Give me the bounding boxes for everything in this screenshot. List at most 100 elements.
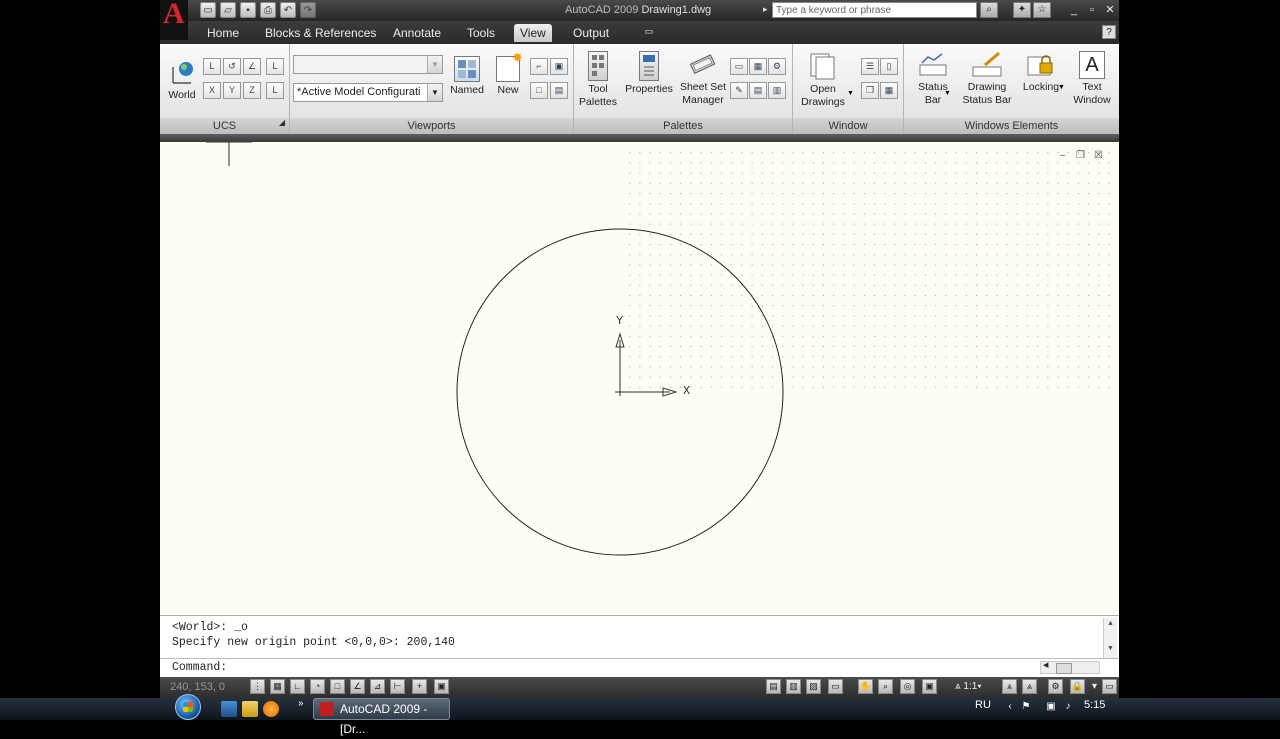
ucs-apply-icon[interactable]: L — [266, 82, 284, 99]
action-center-icon[interactable]: ⚑ — [1020, 701, 1032, 713]
tab-annotate[interactable]: Annotate — [387, 24, 447, 42]
chevron-down-icon[interactable]: ▼ — [944, 90, 951, 97]
ortho-mode-toggle[interactable]: ∟ — [290, 679, 305, 694]
design-center-icon[interactable]: ⚙ — [768, 58, 786, 75]
chevron-down-icon[interactable]: ▼ — [1058, 84, 1065, 91]
showmotion-icon[interactable]: ▣ — [922, 679, 937, 694]
ucs-previous-icon[interactable]: ↺ — [223, 58, 241, 75]
lineweight-toggle[interactable]: + — [412, 679, 427, 694]
layout1-button[interactable]: ▥ — [786, 679, 801, 694]
world-ucs-button[interactable]: World — [165, 59, 199, 102]
tab-tools[interactable]: Tools — [461, 24, 501, 42]
ucs-x-rotate-icon[interactable]: X — [203, 82, 221, 99]
toolbar-lock-icon[interactable]: 🔒 — [1070, 679, 1085, 694]
new-file-icon[interactable]: ▭ — [200, 2, 216, 18]
ucs-named-icon[interactable]: L — [203, 58, 221, 75]
sheet-set-manager-button[interactable]: Sheet Set Manager — [678, 51, 728, 107]
tool-palettes-button[interactable]: Tool Palettes — [574, 51, 622, 109]
viewport-split-icon[interactable]: ▤ — [550, 82, 568, 99]
markup-set-icon[interactable]: ✎ — [730, 82, 748, 99]
ribbon-minimize-icon[interactable]: ▭ — [642, 26, 656, 38]
model-space-button[interactable]: ▤ — [766, 679, 781, 694]
dynamic-ucs-toggle[interactable]: ⊿ — [370, 679, 385, 694]
media-player-icon[interactable] — [263, 701, 279, 717]
zoom-icon[interactable]: ⌕ — [878, 679, 893, 694]
quick-view-drawings-icon[interactable]: ▭ — [828, 679, 843, 694]
status-menu-chevron-icon[interactable]: ▾ — [1092, 681, 1097, 692]
taskbar-autocad-button[interactable]: AutoCAD 2009 - [Dr... — [313, 698, 450, 736]
drawing-status-bar-button[interactable]: Drawing Status Bar — [959, 51, 1015, 107]
restore-button[interactable]: ▫ — [1084, 3, 1100, 17]
text-window-button[interactable]: A Text Window — [1070, 51, 1114, 107]
scroll-left-icon[interactable]: ◀ — [1043, 661, 1048, 670]
tab-blocks-references[interactable]: Blocks & References — [259, 24, 382, 42]
steering-wheel-icon[interactable]: ◎ — [900, 679, 915, 694]
polar-tracking-toggle[interactable]: ◔ — [310, 679, 325, 694]
tab-home[interactable]: Home — [201, 24, 245, 42]
cascade-icon[interactable]: ❐ — [861, 82, 879, 99]
search-icon[interactable]: ⌕ — [980, 2, 998, 18]
search-expand-icon[interactable]: ▸ — [763, 4, 768, 15]
scroll-down-icon[interactable]: ▼ — [1104, 643, 1117, 656]
viewport-clip-icon[interactable]: ▣ — [550, 58, 568, 75]
viewport-minimize-icon[interactable]: – — [1056, 150, 1069, 162]
pan-icon[interactable]: ✋ — [858, 679, 873, 694]
ucs-origin-icon[interactable]: L — [266, 58, 284, 75]
clean-screen-icon[interactable]: ▭ — [1102, 679, 1117, 694]
viewport-view-combo[interactable]: ▼ — [293, 55, 443, 74]
communication-center-icon[interactable]: ✦ — [1013, 2, 1031, 18]
favorites-star-icon[interactable]: ☆ — [1033, 2, 1051, 18]
clock[interactable]: 5:15 — [1084, 698, 1105, 712]
language-indicator[interactable]: RU — [975, 698, 991, 712]
status-bar-button[interactable]: Status Bar — [908, 51, 958, 107]
command-input-row[interactable]: Command: ◀ — [160, 658, 1119, 678]
save-icon[interactable]: ▪ — [240, 2, 256, 18]
dbconnect-icon[interactable]: ▤ — [749, 82, 767, 99]
ucs-z-rotate-icon[interactable]: Z — [243, 82, 261, 99]
dynamic-input-toggle[interactable]: ⊢ — [390, 679, 405, 694]
tile-horizontal-icon[interactable]: ☰ — [861, 58, 879, 75]
tab-output[interactable]: Output — [567, 24, 615, 42]
scroll-thumb[interactable] — [1056, 663, 1072, 674]
properties-button[interactable]: Properties — [624, 51, 674, 96]
network-icon[interactable]: ▣ — [1045, 701, 1057, 713]
chevron-down-icon[interactable]: ▼ — [847, 90, 854, 97]
minimize-button[interactable]: _ — [1066, 3, 1082, 17]
annotation-visibility-icon[interactable]: ⩓ — [1002, 679, 1017, 694]
tray-expand-icon[interactable]: ‹ — [1004, 701, 1016, 713]
new-viewport-button[interactable]: ✸ New — [493, 51, 523, 97]
command-scrollbar[interactable]: ▲ ▼ — [1103, 618, 1117, 658]
layout2-button[interactable]: ▧ — [806, 679, 821, 694]
redo-icon[interactable]: ↷ — [300, 2, 316, 18]
grid-display-toggle[interactable]: ▦ — [270, 679, 285, 694]
object-snap-tracking-toggle[interactable]: ∠ — [350, 679, 365, 694]
named-viewports-button[interactable]: Named — [448, 56, 486, 97]
tab-view[interactable]: View — [514, 24, 552, 42]
command-line-toggle-icon[interactable]: ▭ — [730, 58, 748, 75]
viewport-close-icon[interactable]: ☒ — [1092, 150, 1105, 162]
viewport-join-icon[interactable]: ⌐ — [530, 58, 548, 75]
ucs-dialog-launcher-icon[interactable]: ◢ — [279, 115, 285, 131]
print-icon[interactable]: ⎙ — [260, 2, 276, 18]
viewport-configuration-combo[interactable]: *Active Model Configurati ▼ — [293, 83, 443, 102]
ucs-view-icon[interactable]: ∠ — [243, 58, 261, 75]
drawing-canvas[interactable]: Y X – ❐ ☒ — [160, 142, 1119, 615]
object-snap-toggle[interactable]: □ — [330, 679, 345, 694]
help-icon[interactable]: ? — [1102, 25, 1116, 39]
command-hscrollbar[interactable]: ◀ — [1040, 661, 1100, 674]
snap-mode-toggle[interactable]: ⋮ — [250, 679, 265, 694]
ucs-y-rotate-icon[interactable]: Y — [223, 82, 241, 99]
quick-properties-toggle[interactable]: ▣ — [434, 679, 449, 694]
undo-icon[interactable]: ↶ — [280, 2, 296, 18]
search-input[interactable] — [772, 2, 977, 18]
open-folder-icon[interactable]: ▱ — [220, 2, 236, 18]
viewport-restore-icon[interactable]: ❐ — [1074, 150, 1087, 162]
arrange-icons-icon[interactable]: ▦ — [880, 82, 898, 99]
quickcalc-icon[interactable]: ▦ — [749, 58, 767, 75]
show-desktop-icon[interactable] — [221, 701, 237, 717]
application-menu-button[interactable]: A — [160, 0, 188, 40]
external-references-icon[interactable]: ▥ — [768, 82, 786, 99]
quicklaunch-more-icon[interactable]: » — [298, 698, 304, 709]
coordinates-readout[interactable]: 240, 153, 0 — [170, 681, 225, 693]
close-button[interactable]: ✕ — [1102, 3, 1118, 17]
